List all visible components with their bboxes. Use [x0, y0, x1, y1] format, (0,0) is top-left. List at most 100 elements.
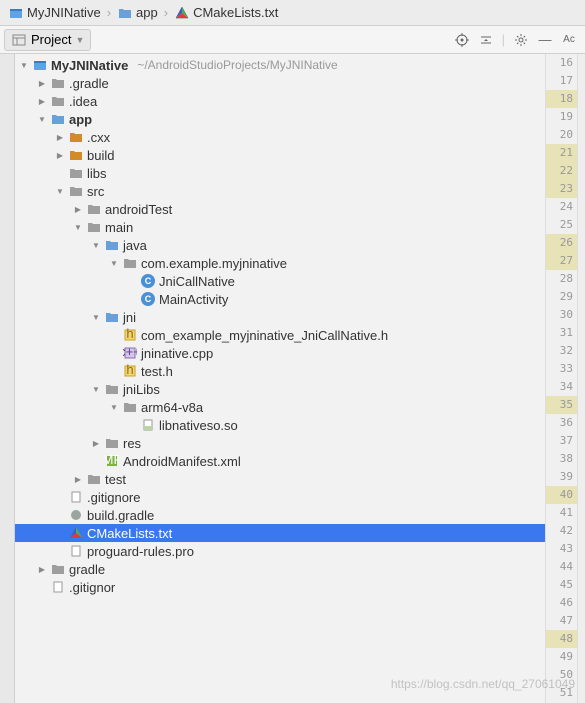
- expand-arrow[interactable]: ▼: [91, 241, 101, 250]
- bc-sep: ›: [164, 5, 168, 20]
- folderG-icon: [86, 471, 102, 487]
- line-number: 30: [546, 306, 577, 324]
- bc-cmake[interactable]: CMakeLists.txt: [170, 5, 282, 21]
- line-number: 33: [546, 360, 577, 378]
- tree-node[interactable]: CMainActivity: [15, 290, 545, 308]
- line-number: 46: [546, 594, 577, 612]
- tree-node[interactable]: ▼jni: [15, 308, 545, 326]
- bc-label: app: [136, 5, 158, 20]
- line-number: 48: [546, 630, 577, 648]
- expand-arrow[interactable]: ▼: [55, 187, 65, 196]
- minimize-icon[interactable]: —: [537, 32, 553, 48]
- node-label: androidTest: [105, 202, 172, 217]
- tree-node[interactable]: c++jninative.cpp: [15, 344, 545, 362]
- tree-node[interactable]: .gitignor: [15, 578, 545, 596]
- expand-arrow[interactable]: ▶: [37, 565, 47, 574]
- line-number: 28: [546, 270, 577, 288]
- expand-arrow[interactable]: ▼: [91, 313, 101, 322]
- file-icon: [50, 579, 66, 595]
- node-label: libs: [87, 166, 107, 181]
- tree-node[interactable]: ▼ jniLibs: [15, 380, 545, 398]
- left-tool-tabs[interactable]: [0, 54, 15, 703]
- tree-node[interactable]: ▼ java: [15, 236, 545, 254]
- project-dropdown[interactable]: Project ▼: [4, 29, 91, 51]
- tree-node[interactable]: libnativeso.so: [15, 416, 545, 434]
- tree-node[interactable]: proguard-rules.pro: [15, 542, 545, 560]
- collapse-icon[interactable]: [478, 32, 494, 48]
- expand-arrow[interactable]: ▶: [91, 439, 101, 448]
- expand-arrow[interactable]: ▼: [109, 403, 119, 412]
- tree-node[interactable]: ▼app: [15, 110, 545, 128]
- tree-node[interactable]: libs: [15, 164, 545, 182]
- tree-node[interactable]: ▶build: [15, 146, 545, 164]
- expand-arrow[interactable]: ▼: [109, 259, 119, 268]
- tree-node[interactable]: ▶.gradle: [15, 74, 545, 92]
- folderG-icon: [104, 435, 120, 451]
- tree-node[interactable]: ▶ androidTest: [15, 200, 545, 218]
- line-number: 17: [546, 72, 577, 90]
- tree-node[interactable]: CJniCallNative: [15, 272, 545, 290]
- tree-node[interactable]: ▶gradle: [15, 560, 545, 578]
- line-number: 31: [546, 324, 577, 342]
- tree-node[interactable]: build.gradle: [15, 506, 545, 524]
- tree-node[interactable]: ▼arm64-v8a: [15, 398, 545, 416]
- tree-node[interactable]: MF AndroidManifest.xml: [15, 452, 545, 470]
- bc-project[interactable]: MyJNINative: [4, 5, 105, 21]
- tree-node[interactable]: ▶res: [15, 434, 545, 452]
- bc-sep: ›: [107, 5, 111, 20]
- svg-text:h: h: [126, 328, 133, 341]
- bc-app[interactable]: app: [113, 5, 162, 21]
- folder-icon: [117, 5, 133, 21]
- action-icon[interactable]: Ac: [561, 32, 577, 48]
- manifest-icon: MF: [104, 453, 120, 469]
- tree-node[interactable]: ▼src: [15, 182, 545, 200]
- tree-node[interactable]: ▼main: [15, 218, 545, 236]
- tree-node[interactable]: ▼MyJNINative~/AndroidStudioProjects/MyJN…: [15, 56, 545, 74]
- svg-text:MF: MF: [105, 454, 119, 467]
- line-number: 24: [546, 198, 577, 216]
- cmake-icon: [174, 5, 190, 21]
- folderO-icon: [68, 147, 84, 163]
- node-label: AndroidManifest.xml: [123, 454, 241, 469]
- node-label: MainActivity: [159, 292, 228, 307]
- tree-node[interactable]: .gitignore: [15, 488, 545, 506]
- tree-node[interactable]: CMakeLists.txt: [15, 524, 545, 542]
- tree-node[interactable]: hcom_example_myjninative_JniCallNative.h: [15, 326, 545, 344]
- line-number: 51: [546, 684, 577, 702]
- tree-node[interactable]: ▼com.example.myjninative: [15, 254, 545, 272]
- target-icon[interactable]: [454, 32, 470, 48]
- h-icon: h: [122, 363, 138, 379]
- node-label: java: [123, 238, 147, 253]
- bc-label: MyJNINative: [27, 5, 101, 20]
- node-label: .gitignore: [87, 490, 140, 505]
- folderB-icon: [104, 237, 120, 253]
- expand-arrow[interactable]: ▶: [73, 475, 83, 484]
- h-icon: h: [122, 327, 138, 343]
- tree-node[interactable]: ▶.cxx: [15, 128, 545, 146]
- tree-node[interactable]: ▶ test: [15, 470, 545, 488]
- tree-node[interactable]: htest.h: [15, 362, 545, 380]
- line-number: 41: [546, 504, 577, 522]
- node-label: libnativeso.so: [159, 418, 238, 433]
- tree-node[interactable]: ▶.idea: [15, 92, 545, 110]
- expand-arrow[interactable]: ▼: [91, 385, 101, 394]
- cmake-icon: [68, 525, 84, 541]
- folderG-icon: [122, 255, 138, 271]
- node-label: test: [105, 472, 126, 487]
- line-number: 37: [546, 432, 577, 450]
- node-label: jniLibs: [123, 382, 160, 397]
- expand-arrow[interactable]: ▶: [37, 79, 47, 88]
- line-number: 39: [546, 468, 577, 486]
- node-label: CMakeLists.txt: [87, 526, 172, 541]
- chevron-down-icon: ▼: [75, 35, 84, 45]
- expand-arrow[interactable]: ▼: [73, 223, 83, 232]
- expand-arrow[interactable]: ▶: [55, 133, 65, 142]
- expand-arrow[interactable]: ▶: [55, 151, 65, 160]
- project-tree[interactable]: ▼MyJNINative~/AndroidStudioProjects/MyJN…: [15, 54, 545, 703]
- expand-arrow[interactable]: ▼: [19, 61, 29, 70]
- expand-arrow[interactable]: ▶: [37, 97, 47, 106]
- gear-icon[interactable]: [513, 32, 529, 48]
- expand-arrow[interactable]: ▶: [73, 205, 83, 214]
- folderG-icon: [50, 93, 66, 109]
- expand-arrow[interactable]: ▼: [37, 115, 47, 124]
